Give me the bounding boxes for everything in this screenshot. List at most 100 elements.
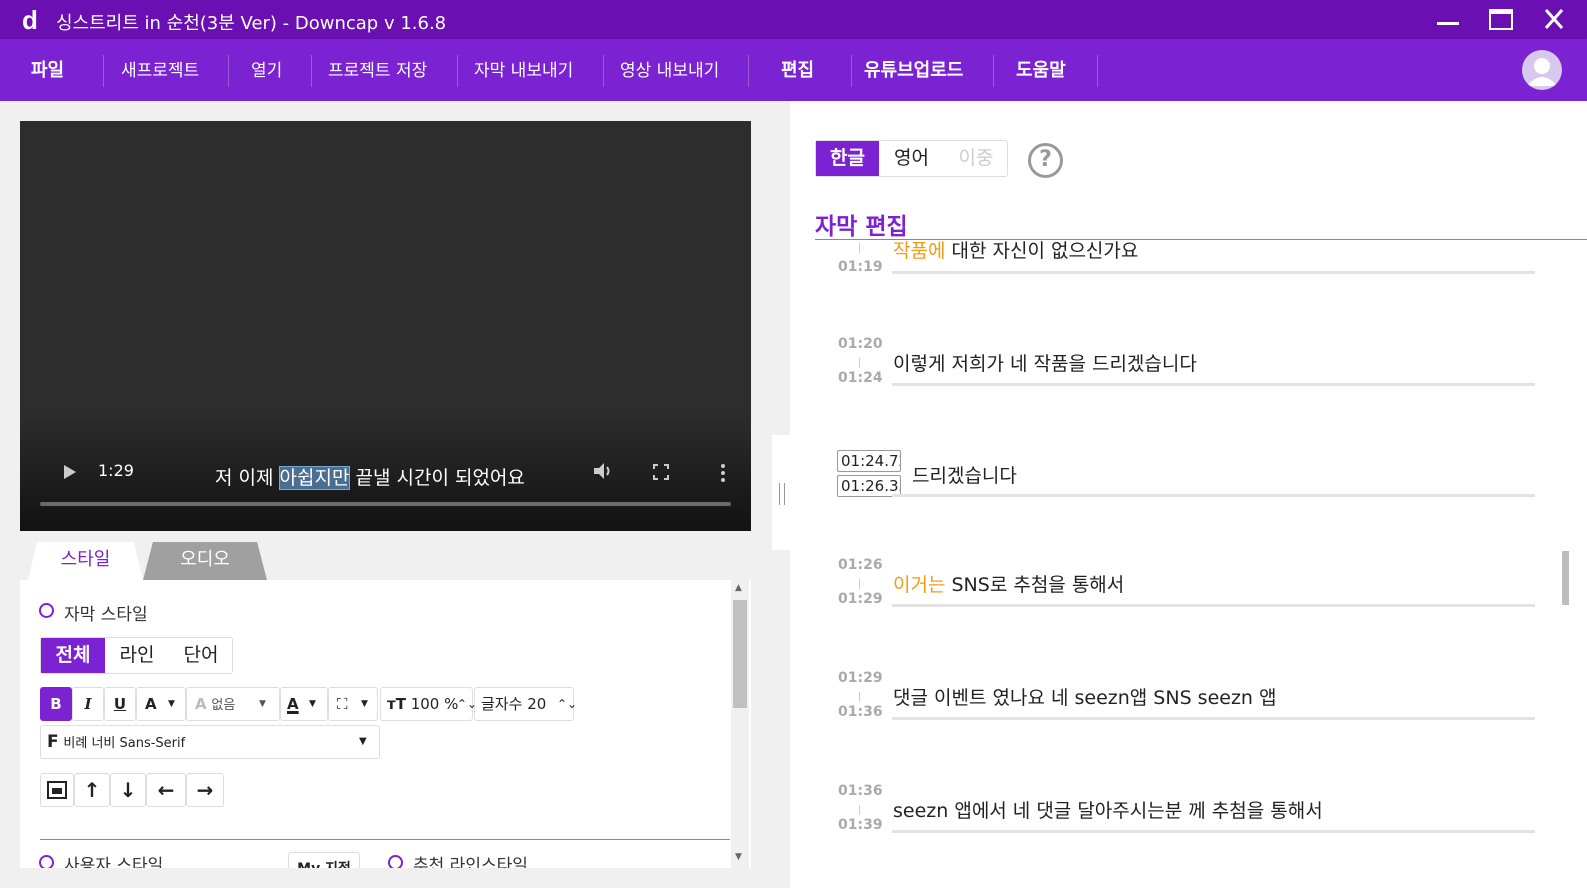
entry-underline: [892, 717, 1535, 720]
splitter-grip-icon: [779, 483, 785, 505]
entry-highlight: 이거는: [893, 574, 946, 596]
entry-end-time: 01:36: [838, 704, 883, 720]
bold-button[interactable]: B: [40, 687, 72, 721]
entry-text[interactable]: 이렇게 저희가 네 작품을 드리겠습니다: [893, 349, 1197, 376]
scrollbar-thumb[interactable]: [1562, 551, 1569, 605]
entry-underline: [892, 604, 1535, 607]
style-panel-scrollbar[interactable]: ▲ ▼: [731, 580, 749, 868]
menu-save-project[interactable]: 프로젝트 저장: [328, 57, 427, 85]
subtitle-entry-editing[interactable]: 01:24.72 01:26.33 드리겠습니다: [790, 449, 1560, 549]
font-color-icon: A: [145, 695, 157, 713]
outline-icon: A: [195, 695, 207, 713]
move-up-button[interactable]: ↑: [74, 773, 110, 807]
scope-line-button[interactable]: 라인: [105, 638, 169, 673]
scope-all-button[interactable]: 전체: [41, 638, 105, 673]
move-right-button[interactable]: →: [186, 773, 224, 807]
highlight-color-icon: A: [287, 695, 299, 713]
caption-text: 끝낼 시간이 되었어요: [349, 467, 525, 489]
pane-splitter[interactable]: [772, 435, 792, 550]
more-options-button[interactable]: [720, 464, 726, 486]
outline-value: 없음: [211, 698, 236, 713]
menu-new-project[interactable]: 새프로젝트: [121, 57, 199, 85]
user-style-label: 사용자 스타일: [64, 856, 164, 868]
video-player[interactable]: 1:29 저 이제 아쉽지만 끝낼 시간이 되었어요: [20, 121, 751, 531]
start-time-input[interactable]: 01:24.72: [837, 450, 901, 472]
fullscreen-button[interactable]: [653, 464, 669, 480]
scrollbar-thumb[interactable]: [733, 600, 747, 708]
subtitle-style-radio[interactable]: [39, 603, 54, 618]
volume-button[interactable]: [592, 461, 614, 485]
entry-text[interactable]: 드리겠습니다: [912, 461, 1017, 488]
entry-body: 대한 자신이 없으신가요: [945, 241, 1139, 262]
recommended-style-radio[interactable]: [388, 855, 403, 868]
stepper-icon: ⌃⌄: [557, 697, 578, 711]
subtitle-entry[interactable]: 01:36 01:39 seezn 앱에서 네 댓글 달아주시는분 께 추첨을 …: [790, 783, 1560, 883]
menu-divider: [103, 55, 104, 87]
lang-dual-button[interactable]: 이중: [944, 141, 1008, 176]
maximize-button[interactable]: [1488, 6, 1518, 34]
menu-file[interactable]: 파일: [31, 57, 64, 85]
subtitle-entry[interactable]: 01:29 01:36 댓글 이벤트 였나요 네 seezn앱 SNS seez…: [790, 670, 1560, 770]
char-count-label: 글자수: [481, 695, 523, 713]
font-color-dropdown[interactable]: A ▼: [136, 687, 186, 721]
close-button[interactable]: [1541, 6, 1571, 34]
menu-export-subtitles[interactable]: 자막 내보내기: [474, 57, 573, 85]
lang-english-button[interactable]: 영어: [879, 141, 944, 176]
scope-word-button[interactable]: 단어: [169, 638, 233, 673]
help-icon[interactable]: ?: [1028, 143, 1063, 178]
outline-dropdown[interactable]: A 없음 ▼: [186, 687, 280, 721]
scroll-down-icon[interactable]: ▼: [735, 852, 742, 862]
minimize-icon: [1437, 22, 1459, 25]
seek-bar[interactable]: [40, 502, 731, 506]
italic-button[interactable]: I: [72, 687, 104, 721]
user-style-radio[interactable]: [39, 855, 54, 868]
chevron-down-icon: ▼: [259, 699, 266, 709]
language-segment: 한글 영어 이중: [815, 140, 1008, 177]
font-family-select[interactable]: F 비례 너비 Sans-Serif ▼: [40, 725, 380, 759]
tab-audio[interactable]: 오디오: [143, 542, 267, 580]
menu-export-video[interactable]: 영상 내보내기: [620, 57, 719, 85]
subtitle-entry[interactable]: 01:26 01:29 이거는 SNS로 추첨을 통해서: [790, 557, 1560, 657]
user-avatar[interactable]: [1522, 50, 1562, 90]
menu-youtube-upload[interactable]: 유튜브업로드: [864, 57, 963, 85]
lang-korean-button[interactable]: 한글: [816, 141, 879, 176]
move-left-button[interactable]: ←: [146, 773, 186, 807]
underline-button[interactable]: U: [104, 687, 136, 721]
title-bar: d 싱스트리트 in 순천(3분 Ver) - Downcap v 1.6.8: [0, 0, 1587, 39]
time-separator: [859, 692, 860, 702]
font-icon: F: [47, 732, 59, 752]
entry-body: seezn 앱에서 네 댓글 달아주시는분 께 추첨을 통해서: [893, 800, 1323, 822]
scope-segment: 전체 라인 단어: [40, 637, 233, 674]
entry-text[interactable]: 이거는 SNS로 추첨을 통해서: [893, 570, 1124, 597]
fill-color-dropdown[interactable]: ⛶ ▼: [328, 687, 378, 721]
my-style-button[interactable]: My 지정: [288, 852, 360, 868]
background-color-dropdown[interactable]: A ▼: [280, 687, 328, 721]
char-count-stepper[interactable]: 글자수 20 ⌃⌄: [474, 687, 578, 721]
subtitle-entry[interactable]: 01:20 01:24 이렇게 저희가 네 작품을 드리겠습니다: [790, 336, 1560, 436]
scroll-up-icon[interactable]: ▲: [735, 583, 742, 593]
volume-icon: [594, 463, 610, 479]
subtitle-list-scrollbar[interactable]: [1561, 241, 1587, 888]
play-icon[interactable]: [64, 465, 76, 479]
video-caption: 저 이제 아쉽지만 끝낼 시간이 되었어요: [215, 463, 525, 490]
font-size-stepper[interactable]: тT 100 % ⌃⌄: [380, 687, 477, 721]
char-count-value: 20: [527, 695, 547, 713]
entry-text[interactable]: 작품에 대한 자신이 없으신가요: [893, 241, 1138, 263]
menu-divider: [748, 55, 749, 87]
position-center-button[interactable]: [40, 773, 74, 807]
menu-edit[interactable]: 편집: [781, 57, 814, 85]
more-vertical-icon: [721, 464, 725, 482]
entry-text[interactable]: 댓글 이벤트 였나요 네 seezn앱 SNS seezn 앱: [893, 683, 1276, 710]
section-title: 자막 편집: [815, 214, 908, 240]
caption-highlight: 아쉽지만: [278, 466, 351, 490]
menu-help[interactable]: 도움말: [1016, 57, 1066, 85]
minimize-button[interactable]: [1434, 6, 1464, 34]
move-down-button[interactable]: ↓: [110, 773, 146, 807]
entry-text[interactable]: seezn 앱에서 네 댓글 달아주시는분 께 추첨을 통해서: [893, 796, 1323, 823]
menu-open[interactable]: 열기: [251, 57, 282, 85]
subtitle-list: 01:19 작품에 대한 자신이 없으신가요 01:20 01:24 이렇게 저…: [790, 241, 1587, 888]
entry-body: 이렇게 저희가 네 작품을 드리겠습니다: [893, 353, 1197, 375]
subtitle-entry[interactable]: 01:19 작품에 대한 자신이 없으신가요: [790, 241, 1560, 311]
tab-style[interactable]: 스타일: [28, 542, 143, 580]
entry-body: 댓글 이벤트 였나요 네 seezn앱 SNS seezn 앱: [893, 687, 1277, 709]
